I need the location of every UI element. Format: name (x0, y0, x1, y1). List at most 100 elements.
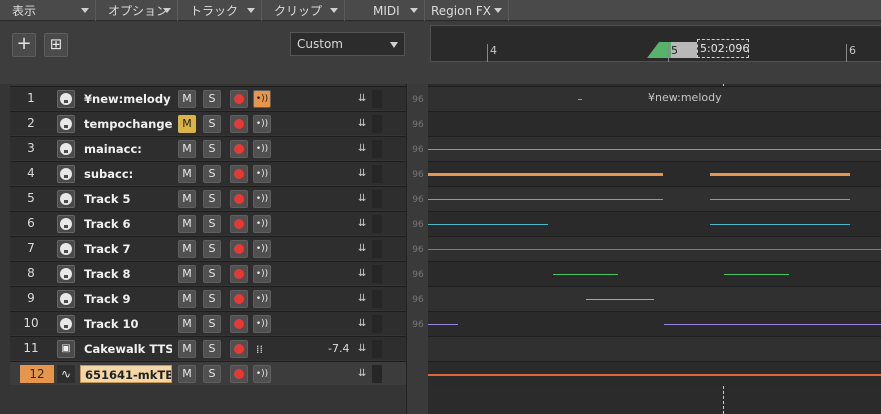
record-arm-button[interactable] (230, 265, 248, 283)
mute-button[interactable]: M (178, 315, 196, 333)
mute-button[interactable]: M (178, 90, 196, 108)
track-name[interactable]: Track 9 (80, 290, 172, 308)
track-row[interactable]: 7 Track 7 M S •)) ⇊ (10, 236, 406, 260)
mute-button[interactable]: M (178, 115, 196, 133)
track-name[interactable]: Track 8 (80, 265, 172, 283)
input-echo-button[interactable]: •)) (253, 115, 271, 133)
track-number[interactable]: 12 (20, 365, 54, 383)
expand-icon[interactable]: ⇊ (358, 343, 366, 354)
record-arm-button[interactable] (230, 240, 248, 258)
solo-button[interactable]: S (203, 290, 221, 308)
track-lane[interactable] (428, 211, 881, 236)
expand-icon[interactable]: ⇊ (358, 143, 366, 154)
input-echo-button[interactable]: •)) (253, 165, 271, 183)
solo-button[interactable]: S (203, 315, 221, 333)
expand-icon[interactable]: ⇊ (358, 268, 366, 279)
expand-icon[interactable]: ⇊ (358, 368, 366, 379)
track-row[interactable]: 9 Track 9 M S •)) ⇊ (10, 286, 406, 310)
record-arm-button[interactable] (230, 340, 248, 358)
mute-button[interactable]: M (178, 140, 196, 158)
track-name[interactable]: Track 10 (80, 315, 172, 333)
mute-button[interactable]: M (178, 190, 196, 208)
menu-clip[interactable]: クリップ (262, 0, 345, 21)
timeline-ruler[interactable]: 4 5 5:02:096 6 (428, 22, 881, 84)
track-number[interactable]: 10 (10, 312, 52, 335)
mute-button[interactable]: M (178, 240, 196, 258)
track-number[interactable]: 7 (10, 237, 52, 260)
record-arm-button[interactable] (230, 215, 248, 233)
expand-icon[interactable]: ⇊ (358, 168, 366, 179)
solo-button[interactable]: S (203, 240, 221, 258)
record-arm-button[interactable] (230, 140, 248, 158)
record-arm-button[interactable] (230, 290, 248, 308)
menu-options[interactable]: オプション (96, 0, 178, 21)
track-row[interactable]: 5 Track 5 M S •)) ⇊ (10, 186, 406, 210)
solo-button[interactable]: S (203, 90, 221, 108)
solo-button[interactable]: S (203, 165, 221, 183)
track-number[interactable]: 2 (10, 112, 52, 135)
add-track-button[interactable]: + (12, 33, 36, 57)
track-name[interactable]: ¥new:melody (80, 90, 172, 108)
menu-midi[interactable]: MIDI (345, 0, 425, 21)
track-number[interactable]: 3 (10, 137, 52, 160)
track-number[interactable]: 4 (10, 162, 52, 185)
expand-icon[interactable]: ⇊ (358, 218, 366, 229)
input-echo-button[interactable]: •)) (253, 315, 271, 333)
input-echo-button[interactable]: •)) (253, 140, 271, 158)
track-name[interactable]: subacc: (80, 165, 172, 183)
track-row[interactable]: 2 tempochange: M S •)) ⇊ (10, 111, 406, 135)
mute-button[interactable]: M (178, 165, 196, 183)
add-folder-button[interactable]: ⊞ (44, 33, 68, 57)
expand-icon[interactable]: ⇊ (358, 193, 366, 204)
track-name[interactable]: tempochange: (80, 115, 172, 133)
solo-button[interactable]: S (203, 190, 221, 208)
track-lane[interactable] (428, 136, 881, 161)
track-name[interactable]: Track 5 (80, 190, 172, 208)
track-lane[interactable] (428, 261, 881, 286)
track-name[interactable]: Track 7 (80, 240, 172, 258)
menu-view[interactable]: 表示 (0, 0, 96, 21)
track-lane[interactable] (428, 286, 881, 311)
clips-pane[interactable]: ¥new:melody (428, 84, 881, 414)
record-arm-button[interactable] (230, 90, 248, 108)
track-lane[interactable] (428, 186, 881, 211)
mute-button[interactable]: M (178, 265, 196, 283)
track-lane[interactable]: ¥new:melody (428, 86, 881, 111)
track-row[interactable]: 3 mainacc: M S •)) ⇊ (10, 136, 406, 160)
input-echo-button[interactable]: •)) (253, 90, 271, 108)
expand-icon[interactable]: ⇊ (358, 93, 366, 104)
track-row[interactable]: 8 Track 8 M S •)) ⇊ (10, 261, 406, 285)
input-echo-button[interactable]: •)) (253, 215, 271, 233)
track-row[interactable]: 10 Track 10 M S •)) ⇊ (10, 311, 406, 335)
track-number[interactable]: 5 (10, 187, 52, 210)
track-row[interactable]: 4 subacc: M S •)) ⇊ (10, 161, 406, 185)
solo-button[interactable]: S (203, 215, 221, 233)
record-arm-button[interactable] (230, 115, 248, 133)
expand-icon[interactable]: ⇊ (358, 293, 366, 304)
mute-button[interactable]: M (178, 215, 196, 233)
track-number[interactable]: 6 (10, 212, 52, 235)
input-echo-button[interactable]: •)) (253, 190, 271, 208)
track-lane[interactable] (428, 311, 881, 336)
solo-button[interactable]: S (203, 115, 221, 133)
input-echo-button[interactable]: •)) (253, 265, 271, 283)
expand-icon[interactable]: ⇊ (358, 243, 366, 254)
expand-icon[interactable]: ⇊ (358, 118, 366, 129)
track-name[interactable]: Track 6 (80, 215, 172, 233)
record-arm-button[interactable] (230, 365, 248, 383)
mute-button[interactable]: M (178, 290, 196, 308)
record-arm-button[interactable] (230, 315, 248, 333)
track-row[interactable]: 6 Track 6 M S •)) ⇊ (10, 211, 406, 235)
track-volume[interactable]: -7.4 (328, 340, 349, 358)
record-arm-button[interactable] (230, 190, 248, 208)
solo-button[interactable]: S (203, 140, 221, 158)
track-number[interactable]: 1 (10, 87, 52, 110)
track-view-preset-select[interactable]: Custom (290, 32, 405, 56)
menu-region-fx[interactable]: Region FX (425, 0, 509, 21)
input-echo-button[interactable]: •)) (253, 240, 271, 258)
track-row[interactable]: 12 ∿ 651641-mkTB_ M S •)) ⇊ (10, 361, 406, 385)
solo-button[interactable]: S (203, 340, 221, 358)
ruler-strip[interactable]: 4 5 5:02:096 6 (430, 25, 881, 62)
track-lane[interactable] (428, 361, 881, 386)
solo-button[interactable]: S (203, 265, 221, 283)
